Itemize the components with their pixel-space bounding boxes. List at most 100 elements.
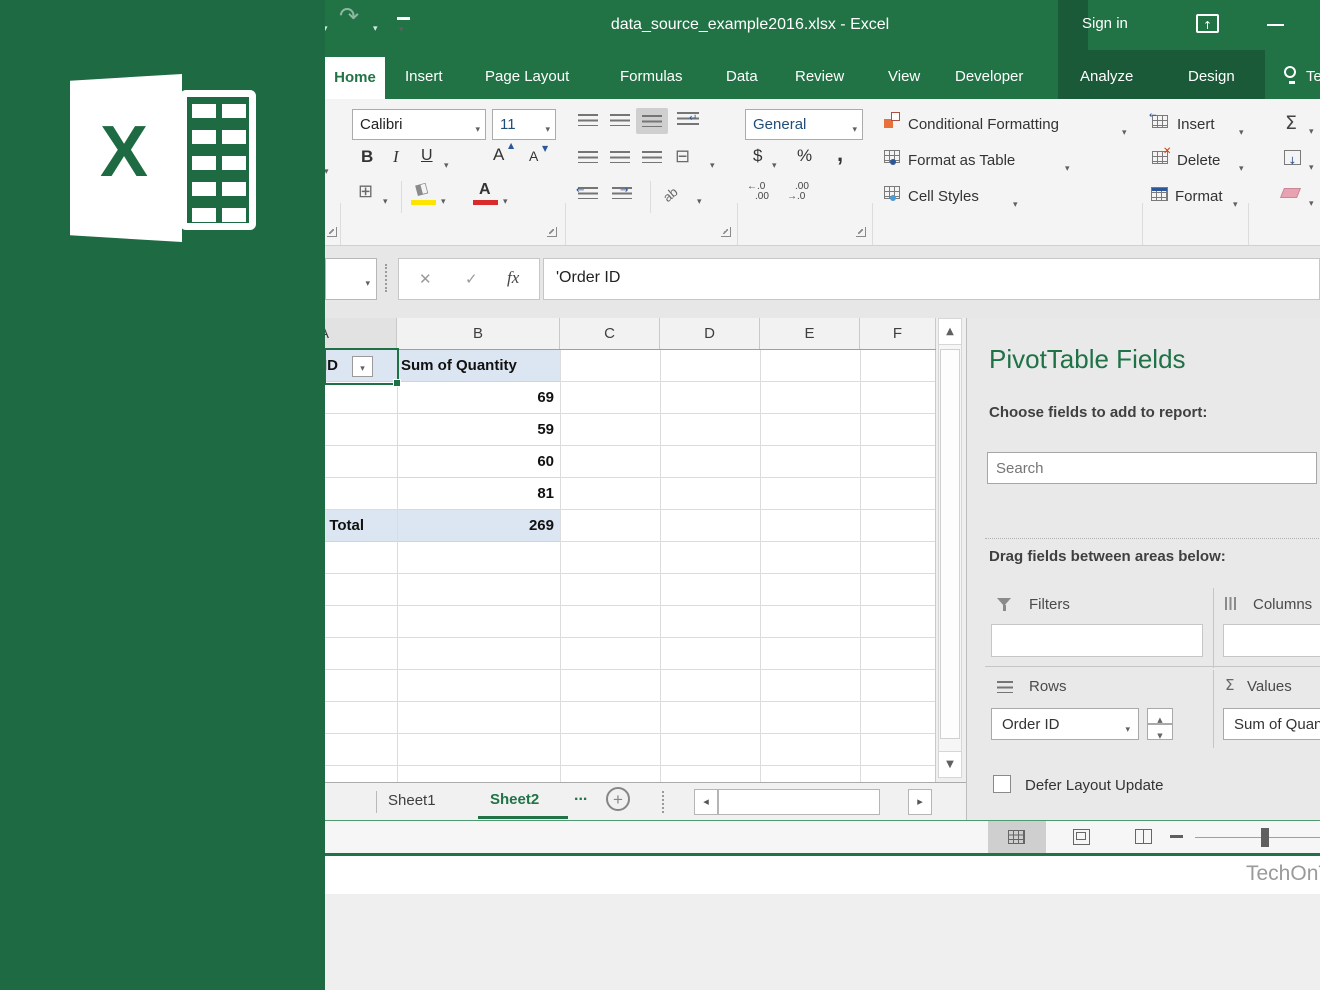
tell-me-bulb-icon[interactable] bbox=[1284, 66, 1296, 78]
search-input[interactable] bbox=[987, 452, 1317, 484]
name-box[interactable] bbox=[325, 258, 377, 300]
redo-dropdown-icon[interactable] bbox=[373, 18, 378, 36]
tab-view[interactable]: View bbox=[888, 68, 920, 85]
shrink-font-button[interactable]: A bbox=[529, 148, 538, 164]
tab-insert[interactable]: Insert bbox=[405, 68, 443, 85]
tab-page-layout[interactable]: Page Layout bbox=[485, 68, 569, 85]
alignment-dialog-launcher-icon[interactable] bbox=[721, 227, 731, 237]
view-normal-button[interactable] bbox=[988, 821, 1046, 854]
number-format-combo[interactable]: General bbox=[745, 109, 863, 140]
font-dialog-launcher-icon[interactable] bbox=[547, 227, 557, 237]
selection-fill-handle[interactable] bbox=[393, 379, 401, 387]
view-page-layout-button[interactable] bbox=[1053, 821, 1111, 854]
cancel-icon[interactable]: ✕ bbox=[419, 270, 432, 288]
tab-home[interactable]: Home bbox=[325, 57, 385, 99]
merge-center-dropdown-icon[interactable] bbox=[710, 155, 715, 173]
format-as-table-button[interactable]: Format as Table bbox=[908, 152, 1015, 169]
underline-dropdown-icon[interactable] bbox=[444, 155, 449, 173]
column-header-f[interactable]: F bbox=[860, 318, 936, 350]
align-center-icon[interactable] bbox=[610, 151, 630, 163]
number-format-dropdown-icon[interactable] bbox=[852, 119, 857, 137]
align-bottom-button-active[interactable] bbox=[636, 108, 668, 134]
zoom-slider-track[interactable] bbox=[1195, 837, 1320, 838]
pivot-cell-b1[interactable]: Sum of Quantity bbox=[397, 350, 560, 382]
font-name-combo[interactable]: Calibri bbox=[352, 109, 486, 140]
minimize-button[interactable] bbox=[1267, 24, 1284, 26]
name-box-dropdown-icon[interactable] bbox=[365, 273, 370, 291]
font-color-dropdown-icon[interactable] bbox=[503, 191, 508, 209]
clear-dropdown-icon[interactable] bbox=[1309, 193, 1314, 211]
insert-dropdown-icon[interactable] bbox=[1239, 122, 1244, 140]
scroll-down-button[interactable]: ▼ bbox=[939, 751, 961, 777]
clipboard-paste-dropdown-icon[interactable] bbox=[325, 161, 329, 179]
pivot-value-row[interactable]: 81 bbox=[397, 478, 560, 510]
align-right-icon[interactable] bbox=[642, 151, 662, 163]
zoom-out-button[interactable] bbox=[1170, 835, 1183, 838]
new-sheet-button[interactable]: + bbox=[606, 787, 630, 811]
borders-icon[interactable]: ⊞ bbox=[358, 181, 373, 202]
font-color-button[interactable]: A bbox=[479, 181, 491, 199]
autosum-button[interactable]: Σ bbox=[1285, 112, 1297, 134]
column-header-c[interactable]: C bbox=[560, 318, 660, 350]
fill-color-bucket-icon[interactable]: ◧ bbox=[413, 180, 430, 199]
format-button[interactable]: Format bbox=[1175, 188, 1223, 205]
decrease-decimal-icon[interactable]: .00→.0 bbox=[787, 182, 819, 202]
borders-dropdown-icon[interactable] bbox=[383, 191, 388, 209]
redo-icon[interactable]: ↷ bbox=[339, 2, 359, 30]
delete-dropdown-icon[interactable] bbox=[1239, 158, 1244, 176]
percent-button[interactable]: % bbox=[797, 146, 812, 166]
comma-button[interactable]: , bbox=[837, 141, 843, 167]
pivot-value-row[interactable]: 69 bbox=[397, 382, 560, 414]
insert-button[interactable]: Insert bbox=[1177, 116, 1215, 133]
scroll-thumb[interactable] bbox=[940, 349, 960, 739]
zoom-slider-handle[interactable] bbox=[1261, 828, 1269, 847]
format-as-table-dropdown-icon[interactable] bbox=[1065, 158, 1070, 176]
currency-dropdown-icon[interactable] bbox=[772, 155, 777, 173]
hscroll-track[interactable] bbox=[718, 789, 880, 815]
enter-icon[interactable]: ✓ bbox=[465, 270, 478, 288]
column-header-e[interactable]: E bbox=[760, 318, 860, 350]
pivot-value-row[interactable]: 60 bbox=[397, 446, 560, 478]
align-top-icon[interactable] bbox=[578, 114, 598, 126]
qat-customize-arrow-icon[interactable] bbox=[399, 19, 404, 37]
conditional-formatting-button[interactable]: Conditional Formatting bbox=[908, 116, 1059, 133]
clipboard-dialog-launcher-icon[interactable] bbox=[327, 227, 337, 237]
merge-center-icon[interactable]: ⊟ bbox=[675, 146, 690, 167]
clear-eraser-icon[interactable] bbox=[1280, 188, 1301, 198]
orientation-icon[interactable]: ab bbox=[660, 184, 681, 205]
tab-developer[interactable]: Developer bbox=[955, 68, 1023, 85]
cell-styles-dropdown-icon[interactable] bbox=[1013, 194, 1018, 212]
hscroll-left-button[interactable]: ◂ bbox=[694, 789, 718, 815]
grow-font-button[interactable]: A bbox=[493, 145, 504, 165]
rows-field-chip[interactable]: Order ID bbox=[991, 708, 1139, 740]
rows-spinner-up[interactable]: ▲ bbox=[1147, 708, 1173, 724]
tab-formulas[interactable]: Formulas bbox=[620, 68, 683, 85]
format-dropdown-icon[interactable] bbox=[1233, 194, 1238, 212]
tab-analyze[interactable]: Analyze bbox=[1080, 68, 1133, 85]
ribbon-display-options-icon[interactable]: ↑ bbox=[1196, 14, 1219, 33]
pivot-cell-grand-total-label[interactable]: Grand Total bbox=[325, 510, 397, 542]
scroll-up-button[interactable]: ▲ bbox=[939, 319, 961, 345]
tab-data[interactable]: Data bbox=[726, 68, 758, 85]
defer-layout-checkbox[interactable] bbox=[993, 775, 1011, 793]
fill-down-icon[interactable]: ↓ bbox=[1284, 150, 1301, 165]
filters-dropzone[interactable] bbox=[991, 624, 1203, 657]
delete-button[interactable]: Delete bbox=[1177, 152, 1220, 169]
rows-spinner-down[interactable]: ▼ bbox=[1147, 724, 1173, 740]
fill-dropdown-icon[interactable] bbox=[1309, 157, 1314, 175]
sheet-tab-sheet1[interactable]: Sheet1 bbox=[388, 792, 436, 809]
sheet-tab-sheet2[interactable]: Sheet2 bbox=[490, 791, 539, 808]
hscroll-right-button[interactable]: ▸ bbox=[908, 789, 932, 815]
underline-button[interactable]: U bbox=[421, 147, 433, 165]
align-left-icon[interactable] bbox=[578, 151, 598, 163]
font-size-combo[interactable]: 11 bbox=[492, 109, 556, 140]
number-dialog-launcher-icon[interactable] bbox=[856, 227, 866, 237]
fill-color-dropdown-icon[interactable] bbox=[441, 191, 446, 209]
currency-button[interactable]: $ bbox=[753, 146, 762, 166]
tab-tell-me[interactable]: Tell me bbox=[1306, 68, 1320, 86]
column-header-a[interactable]: A bbox=[325, 318, 397, 350]
sheet-tab-overflow[interactable]: ... bbox=[574, 787, 587, 805]
view-page-break-button[interactable] bbox=[1115, 821, 1173, 854]
insert-function-icon[interactable]: fx bbox=[507, 268, 519, 288]
orientation-dropdown-icon[interactable] bbox=[697, 191, 702, 209]
